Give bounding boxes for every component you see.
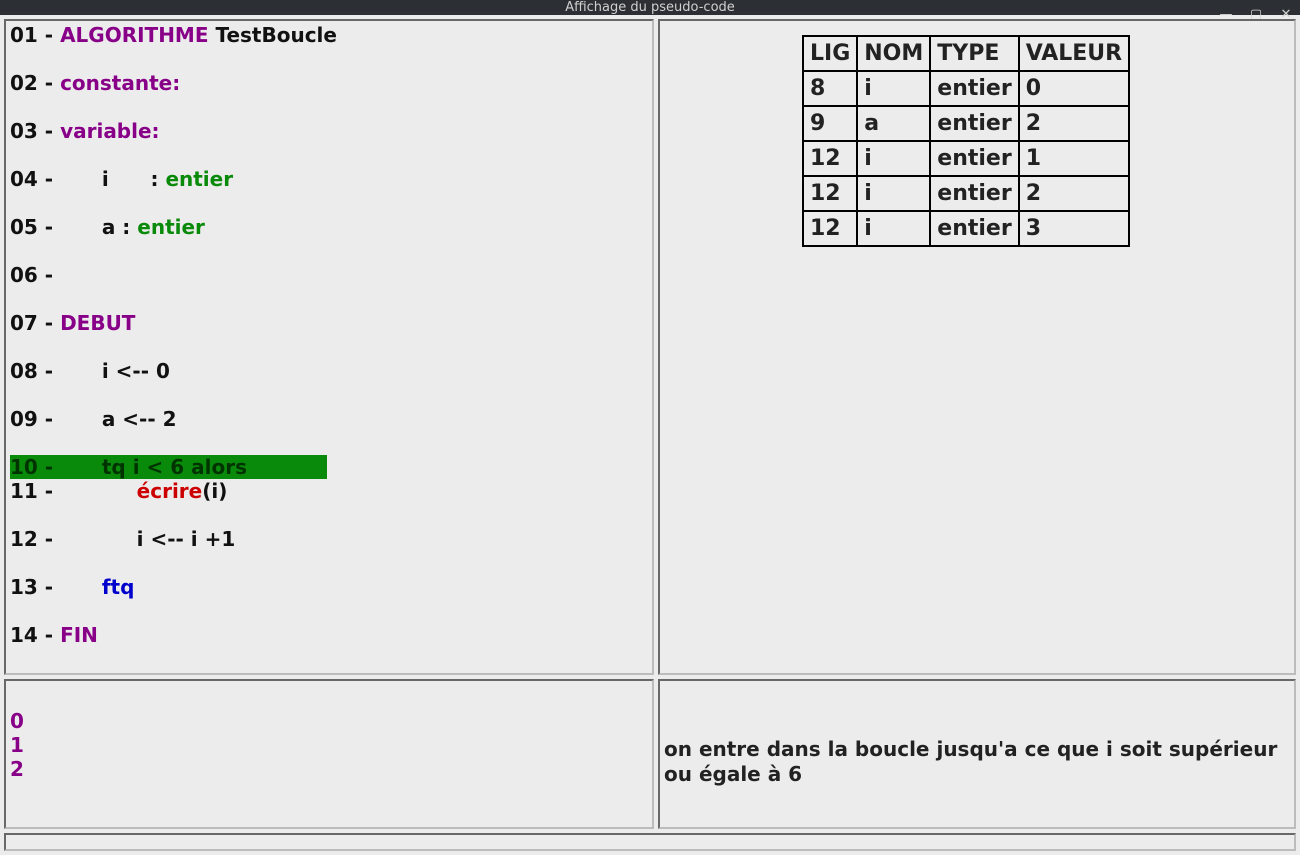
code-line[interactable]: 06 - — [10, 263, 648, 287]
status-strip — [4, 833, 1296, 851]
table-cell: entier — [930, 141, 1018, 176]
code-line[interactable]: 11 - écrire(i) — [10, 479, 648, 503]
window-title: Affichage du pseudo-code — [565, 0, 735, 15]
table-header-cell: LIG — [803, 36, 857, 71]
output-line: 2 — [10, 757, 648, 781]
line-number: 13 - — [10, 575, 60, 599]
code-token: a <-- 2 — [60, 407, 176, 431]
code-line[interactable]: 10 - tq i < 6 alors — [10, 455, 327, 479]
code-token: i <-- i +1 — [60, 527, 235, 551]
code-token — [60, 479, 137, 503]
code-line[interactable]: 03 - variable: — [10, 119, 648, 143]
line-number: 11 - — [10, 479, 60, 503]
table-header-row: LIGNOMTYPEVALEUR — [803, 36, 1129, 71]
line-number: 10 - — [10, 455, 60, 479]
output-line: 0 — [10, 709, 648, 733]
table-cell: entier — [930, 176, 1018, 211]
code-line[interactable]: 05 - a : entier — [10, 215, 648, 239]
comment-text: on entre dans la boucle jusqu'a ce que i… — [664, 737, 1286, 787]
code-token: écrire — [137, 479, 203, 503]
code-panel[interactable]: 01 - ALGORITHME TestBoucle 02 - constant… — [4, 19, 654, 675]
line-number: 01 - — [10, 23, 60, 47]
line-number: 05 - — [10, 215, 60, 239]
line-number: 14 - — [10, 623, 60, 647]
code-line[interactable]: 14 - FIN — [10, 623, 648, 647]
table-cell: 12 — [803, 176, 857, 211]
table-cell: 12 — [803, 211, 857, 246]
line-number: 08 - — [10, 359, 60, 383]
app-window: Affichage du pseudo-code — ▢ ✕ 01 - ALGO… — [0, 0, 1300, 800]
table-header-cell: NOM — [857, 36, 930, 71]
table-cell: i — [857, 211, 930, 246]
table-cell: entier — [930, 71, 1018, 106]
table-header-cell: VALEUR — [1019, 36, 1129, 71]
table-cell: entier — [930, 211, 1018, 246]
code-line[interactable]: 09 - a <-- 2 — [10, 407, 648, 431]
code-line[interactable]: 12 - i <-- i +1 — [10, 527, 648, 551]
output-line: 1 — [10, 733, 648, 757]
line-number: 07 - — [10, 311, 60, 335]
code-token: ALGORITHME — [60, 23, 208, 47]
code-token: a : — [60, 215, 137, 239]
code-token: FIN — [60, 623, 98, 647]
table-cell: entier — [930, 106, 1018, 141]
line-number: 03 - — [10, 119, 60, 143]
code-line[interactable]: 08 - i <-- 0 — [10, 359, 648, 383]
code-token: i <-- 0 — [60, 359, 170, 383]
code-token: ftq — [102, 575, 135, 599]
table-cell: i — [857, 176, 930, 211]
trace-panel[interactable]: LIGNOMTYPEVALEUR8ientier09aentier212ient… — [658, 19, 1296, 675]
trace-table: LIGNOMTYPEVALEUR8ientier09aentier212ient… — [802, 35, 1130, 247]
code-token: i : — [60, 167, 165, 191]
client-area: 01 - ALGORITHME TestBoucle 02 - constant… — [0, 15, 1300, 855]
code-line[interactable]: 07 - DEBUT — [10, 311, 648, 335]
code-token: tq — [102, 455, 126, 479]
table-cell: i — [857, 71, 930, 106]
line-number: 12 - — [10, 527, 60, 551]
table-cell: 0 — [1019, 71, 1129, 106]
table-row: 12ientier1 — [803, 141, 1129, 176]
code-token — [60, 455, 102, 479]
table-cell: 8 — [803, 71, 857, 106]
code-token: entier — [165, 167, 233, 191]
table-cell: 2 — [1019, 176, 1129, 211]
code-token: constante: — [60, 71, 180, 95]
table-row: 9aentier2 — [803, 106, 1129, 141]
table-header-cell: TYPE — [930, 36, 1018, 71]
code-token: variable: — [60, 119, 159, 143]
code-line[interactable]: 01 - ALGORITHME TestBoucle — [10, 23, 648, 47]
table-cell: i — [857, 141, 930, 176]
table-row: 12ientier3 — [803, 211, 1129, 246]
line-number: 04 - — [10, 167, 60, 191]
titlebar[interactable]: Affichage du pseudo-code — ▢ ✕ — [0, 0, 1300, 15]
comment-panel[interactable]: on entre dans la boucle jusqu'a ce que i… — [658, 679, 1296, 829]
code-token: (i) — [202, 479, 227, 503]
code-line[interactable]: 04 - i : entier — [10, 167, 648, 191]
code-token: i < 6 alors — [126, 455, 247, 479]
table-cell: 9 — [803, 106, 857, 141]
code-token: TestBoucle — [209, 23, 337, 47]
table-cell: a — [857, 106, 930, 141]
code-line[interactable]: 13 - ftq — [10, 575, 648, 599]
code-token: entier — [137, 215, 205, 239]
code-line[interactable]: 02 - constante: — [10, 71, 648, 95]
code-token: DEBUT — [60, 311, 135, 335]
output-panel[interactable]: 012 — [4, 679, 654, 829]
table-cell: 2 — [1019, 106, 1129, 141]
table-cell: 1 — [1019, 141, 1129, 176]
table-cell: 12 — [803, 141, 857, 176]
line-number: 02 - — [10, 71, 60, 95]
table-row: 8ientier0 — [803, 71, 1129, 106]
table-row: 12ientier2 — [803, 176, 1129, 211]
line-number: 09 - — [10, 407, 60, 431]
line-number: 06 - — [10, 263, 60, 287]
code-token — [60, 575, 102, 599]
table-cell: 3 — [1019, 211, 1129, 246]
